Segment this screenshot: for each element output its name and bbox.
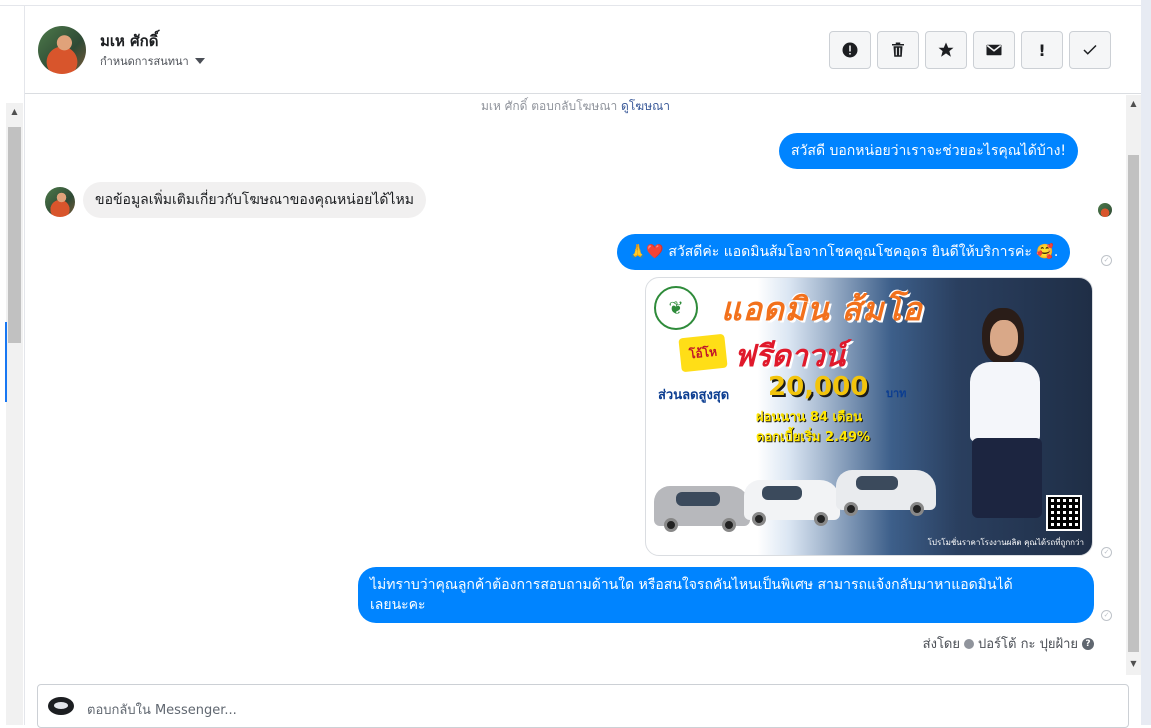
reply-composer[interactable]: ตอบกลับใน Messenger... <box>37 684 1129 728</box>
seen-avatar <box>1098 203 1112 217</box>
contact-avatar[interactable] <box>38 26 86 74</box>
delivered-check-icon: ✓ <box>1101 610 1112 621</box>
ad-installment: ผ่อนนาน 84 เดือน <box>756 410 863 425</box>
message-outgoing[interactable]: ไม่ทราบว่าคุณลูกค้าต้องการสอบถามด้านใด ห… <box>358 567 1094 623</box>
mark-unread-button[interactable] <box>973 31 1015 69</box>
inbox-window: ▲ มเห ศักดิ์ กำหนดการสนทนา ! มเห ศักดิ์ … <box>0 0 1151 728</box>
ad-badge: โอ้โห <box>678 333 728 373</box>
caret-down-icon <box>194 58 205 64</box>
ad-image-attachment[interactable]: ❦ แอดมิน ส้มโอ โอ้โห ฟรีดาวน์ ส่วนลดสูงส… <box>645 277 1093 556</box>
trash-icon <box>892 42 904 57</box>
ad-model-figure <box>952 298 1062 528</box>
message-outgoing[interactable]: 🙏❤️ สวัสดีค่ะ แอดมินส้มโอจากโชคคูณโชคอุด… <box>617 234 1071 270</box>
message-line-2: เลยนะคะ <box>370 597 426 613</box>
assign-conversation-dropdown[interactable]: กำหนดการสนทนา <box>100 52 205 70</box>
delivered-check-icon: ✓ <box>1101 255 1112 266</box>
ad-discount-label: ส่วนลดสูงสุด <box>658 388 730 403</box>
ad-discount-amount: 20,000 <box>768 372 869 402</box>
conversation-actions: ! <box>829 31 1111 69</box>
ad-footer: โปรโมชั่นราคาโรงงานผลิต คุณได้รถที่ถูกกว… <box>927 538 1084 547</box>
sent-by-agent: ปอร์โต้ กะ ปุยฝ้าย <box>978 637 1078 652</box>
page-avatar-icon <box>48 697 74 715</box>
sent-by-label: ส่งโดย <box>922 637 960 652</box>
contact-avatar-small <box>45 187 75 217</box>
alert-circle-icon <box>842 42 858 58</box>
star-button[interactable] <box>925 31 967 69</box>
conversation-header: มเห ศักดิ์ กำหนดการสนทนา ! <box>25 6 1141 94</box>
left-scrollbar-thumb[interactable] <box>8 127 21 343</box>
assign-label: กำหนดการสนทนา <box>100 55 189 68</box>
car-pickup-2 <box>836 470 936 516</box>
left-scrollbar[interactable]: ▲ <box>6 103 23 725</box>
ad-interest: ดอกเบี้ยเริ่ม 2.49% <box>756 430 871 445</box>
message-line-1: ไม่ทราบว่าคุณลูกค้าต้องการสอบถามด้านใด ห… <box>370 577 1013 593</box>
scroll-up-arrow-icon[interactable]: ▲ <box>6 107 23 119</box>
check-icon <box>1083 44 1097 55</box>
message-thread[interactable]: มเห ศักดิ์ ตอบกลับโฆษณา ดูโฆษณา สวัสดี บ… <box>25 95 1126 675</box>
right-edge <box>1141 0 1151 725</box>
delivered-check-icon: ✓ <box>1101 547 1112 558</box>
car-pickup-1 <box>744 480 840 526</box>
agent-status-icon <box>964 638 974 649</box>
star-icon <box>938 42 954 57</box>
mark-done-button[interactable] <box>1069 31 1111 69</box>
reply-input-placeholder[interactable]: ตอบกลับใน Messenger... <box>87 699 237 720</box>
qr-code <box>1046 495 1082 531</box>
mark-spam-button[interactable] <box>829 31 871 69</box>
thread-scrollbar[interactable]: ▲ ▼ <box>1126 95 1141 675</box>
follow-up-button[interactable]: ! <box>1021 31 1063 69</box>
selected-indicator <box>5 322 7 402</box>
sent-by-info: ส่งโดย ปอร์โต้ กะ ปุยฝ้าย ? <box>923 633 1094 654</box>
ad-currency: บาท <box>886 387 907 400</box>
envelope-icon <box>986 44 1002 56</box>
car-hatchback <box>654 486 750 532</box>
view-ad-link[interactable]: ดูโฆษณา <box>621 99 670 113</box>
scroll-down-arrow-icon[interactable]: ▼ <box>1126 657 1141 671</box>
scroll-up-arrow-icon[interactable]: ▲ <box>1126 97 1141 111</box>
message-outgoing[interactable]: สวัสดี บอกหน่อยว่าเราจะช่วยอะไรคุณได้บ้า… <box>779 133 1079 169</box>
delete-button[interactable] <box>877 31 919 69</box>
thread-scrollbar-thumb[interactable] <box>1128 155 1139 652</box>
dealer-logo: ❦ <box>654 286 698 330</box>
message-incoming[interactable]: ขอข้อมูลเพิ่มเติมเกี่ยวกับโฆษณาของคุณหน่… <box>83 182 426 218</box>
ad-reply-notice: มเห ศักดิ์ ตอบกลับโฆษณา ดูโฆษณา <box>25 97 1126 116</box>
contact-name[interactable]: มเห ศักดิ์ <box>100 29 158 53</box>
exclamation-icon: ! <box>1038 40 1046 60</box>
ad-title: แอดมิน ส้มโอ <box>721 290 923 328</box>
help-icon[interactable]: ? <box>1082 637 1094 650</box>
ad-reply-text: มเห ศักดิ์ ตอบกลับโฆษณา <box>481 99 618 113</box>
